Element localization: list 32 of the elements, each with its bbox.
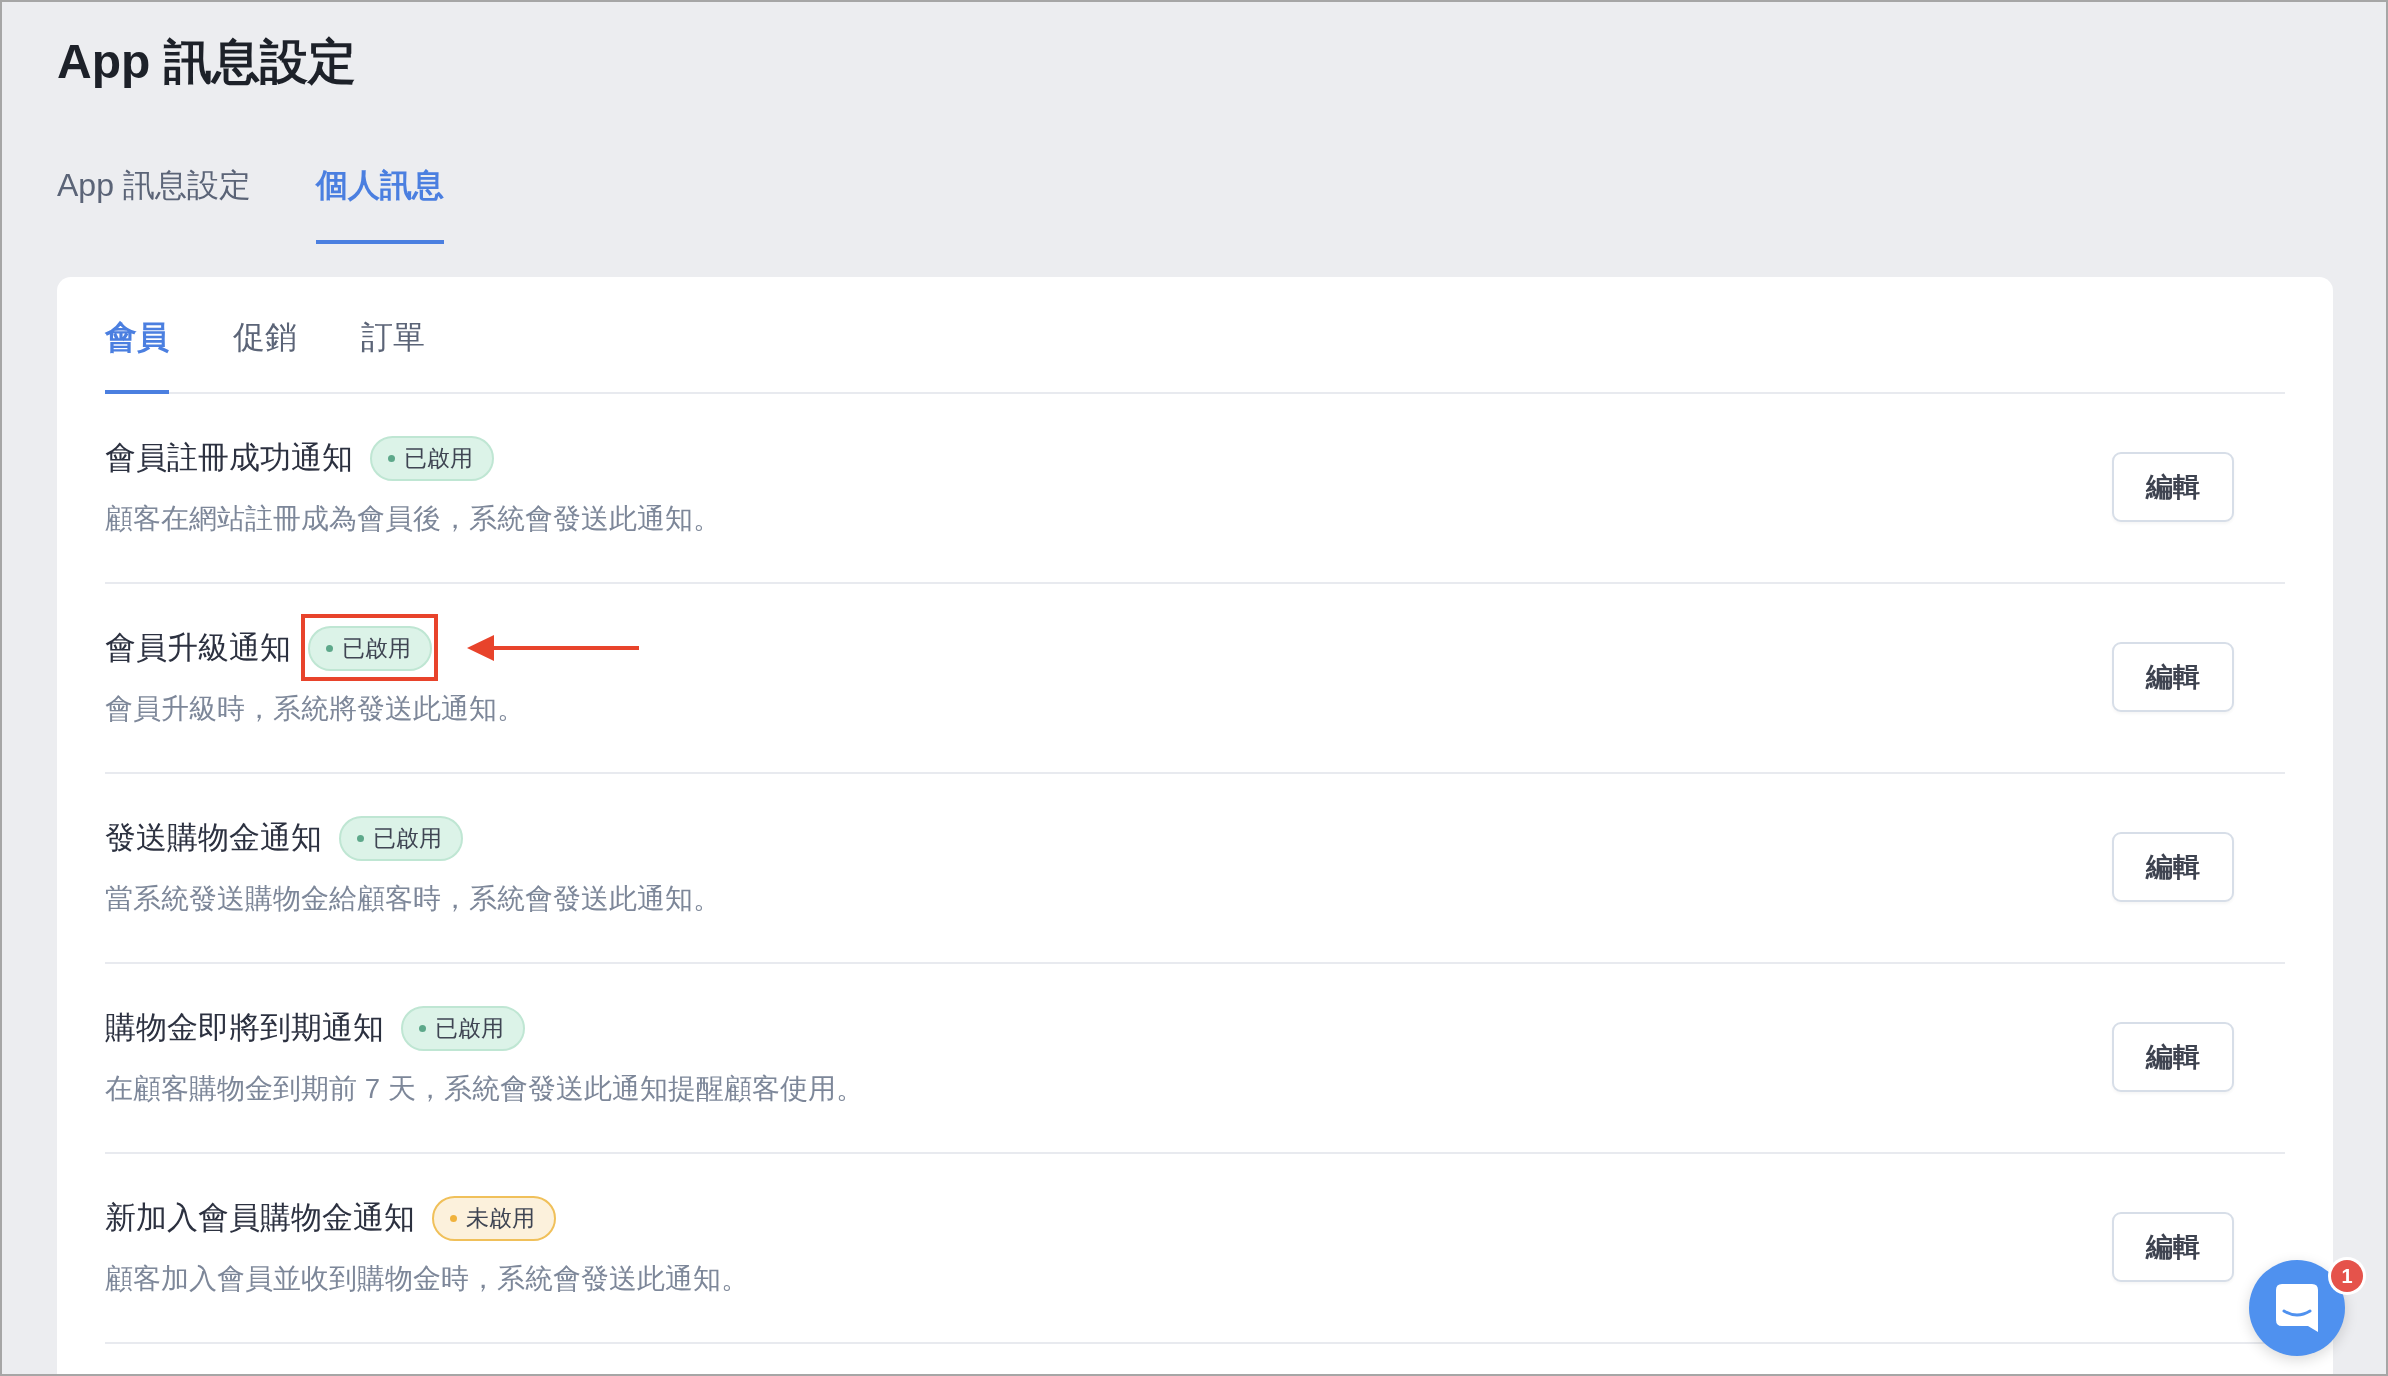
notification-description: 顧客在網站註冊成為會員後，系統會發送此通知。 bbox=[105, 502, 721, 536]
status-label: 已啟用 bbox=[404, 444, 473, 473]
notification-title: 新加入會員購物金通知 bbox=[105, 1199, 415, 1237]
tab[interactable]: 會員 bbox=[105, 315, 169, 394]
tab[interactable]: 促銷 bbox=[233, 315, 297, 394]
status-dot-icon bbox=[357, 834, 364, 842]
status-label: 已啟用 bbox=[373, 824, 442, 853]
edit-button[interactable]: 編輯 bbox=[2112, 642, 2234, 712]
status-dot-icon bbox=[388, 454, 395, 462]
edit-button[interactable]: 編輯 bbox=[2112, 832, 2234, 902]
notification-description: 當系統發送購物金給顧客時，系統會發送此通知。 bbox=[105, 882, 721, 916]
notification-title: 會員註冊成功通知 bbox=[105, 439, 353, 477]
status-dot-icon bbox=[326, 644, 333, 652]
tab[interactable]: 訂單 bbox=[361, 315, 425, 394]
chat-bubble-icon bbox=[2276, 1284, 2318, 1332]
unread-count: 1 bbox=[2331, 1260, 2363, 1292]
edit-button[interactable]: 編輯 bbox=[2112, 452, 2234, 522]
notification-description: 在顧客購物金到期前 7 天，系統會發送此通知提醒顧客使用。 bbox=[105, 1072, 864, 1106]
status-dot-icon bbox=[419, 1024, 426, 1032]
status-label: 已啟用 bbox=[342, 634, 411, 663]
notification-description: 會員升級時，系統將發送此通知。 bbox=[105, 692, 525, 726]
notification-title: 會員升級通知 bbox=[105, 629, 291, 667]
status-label: 未啟用 bbox=[466, 1204, 535, 1233]
status-label: 已啟用 bbox=[435, 1014, 504, 1043]
status-dot-icon bbox=[450, 1214, 457, 1222]
edit-button[interactable]: 編輯 bbox=[2112, 1022, 2234, 1092]
notification-description: 顧客加入會員並收到購物金時，系統會發送此通知。 bbox=[105, 1262, 749, 1296]
edit-button[interactable]: 編輯 bbox=[2112, 1212, 2234, 1282]
tab[interactable]: App 訊息設定 bbox=[57, 163, 251, 244]
notification-title: 購物金即將到期通知 bbox=[105, 1009, 384, 1047]
notification-title: 發送購物金通知 bbox=[105, 819, 322, 857]
page-title: App 訊息設定 bbox=[57, 34, 356, 90]
